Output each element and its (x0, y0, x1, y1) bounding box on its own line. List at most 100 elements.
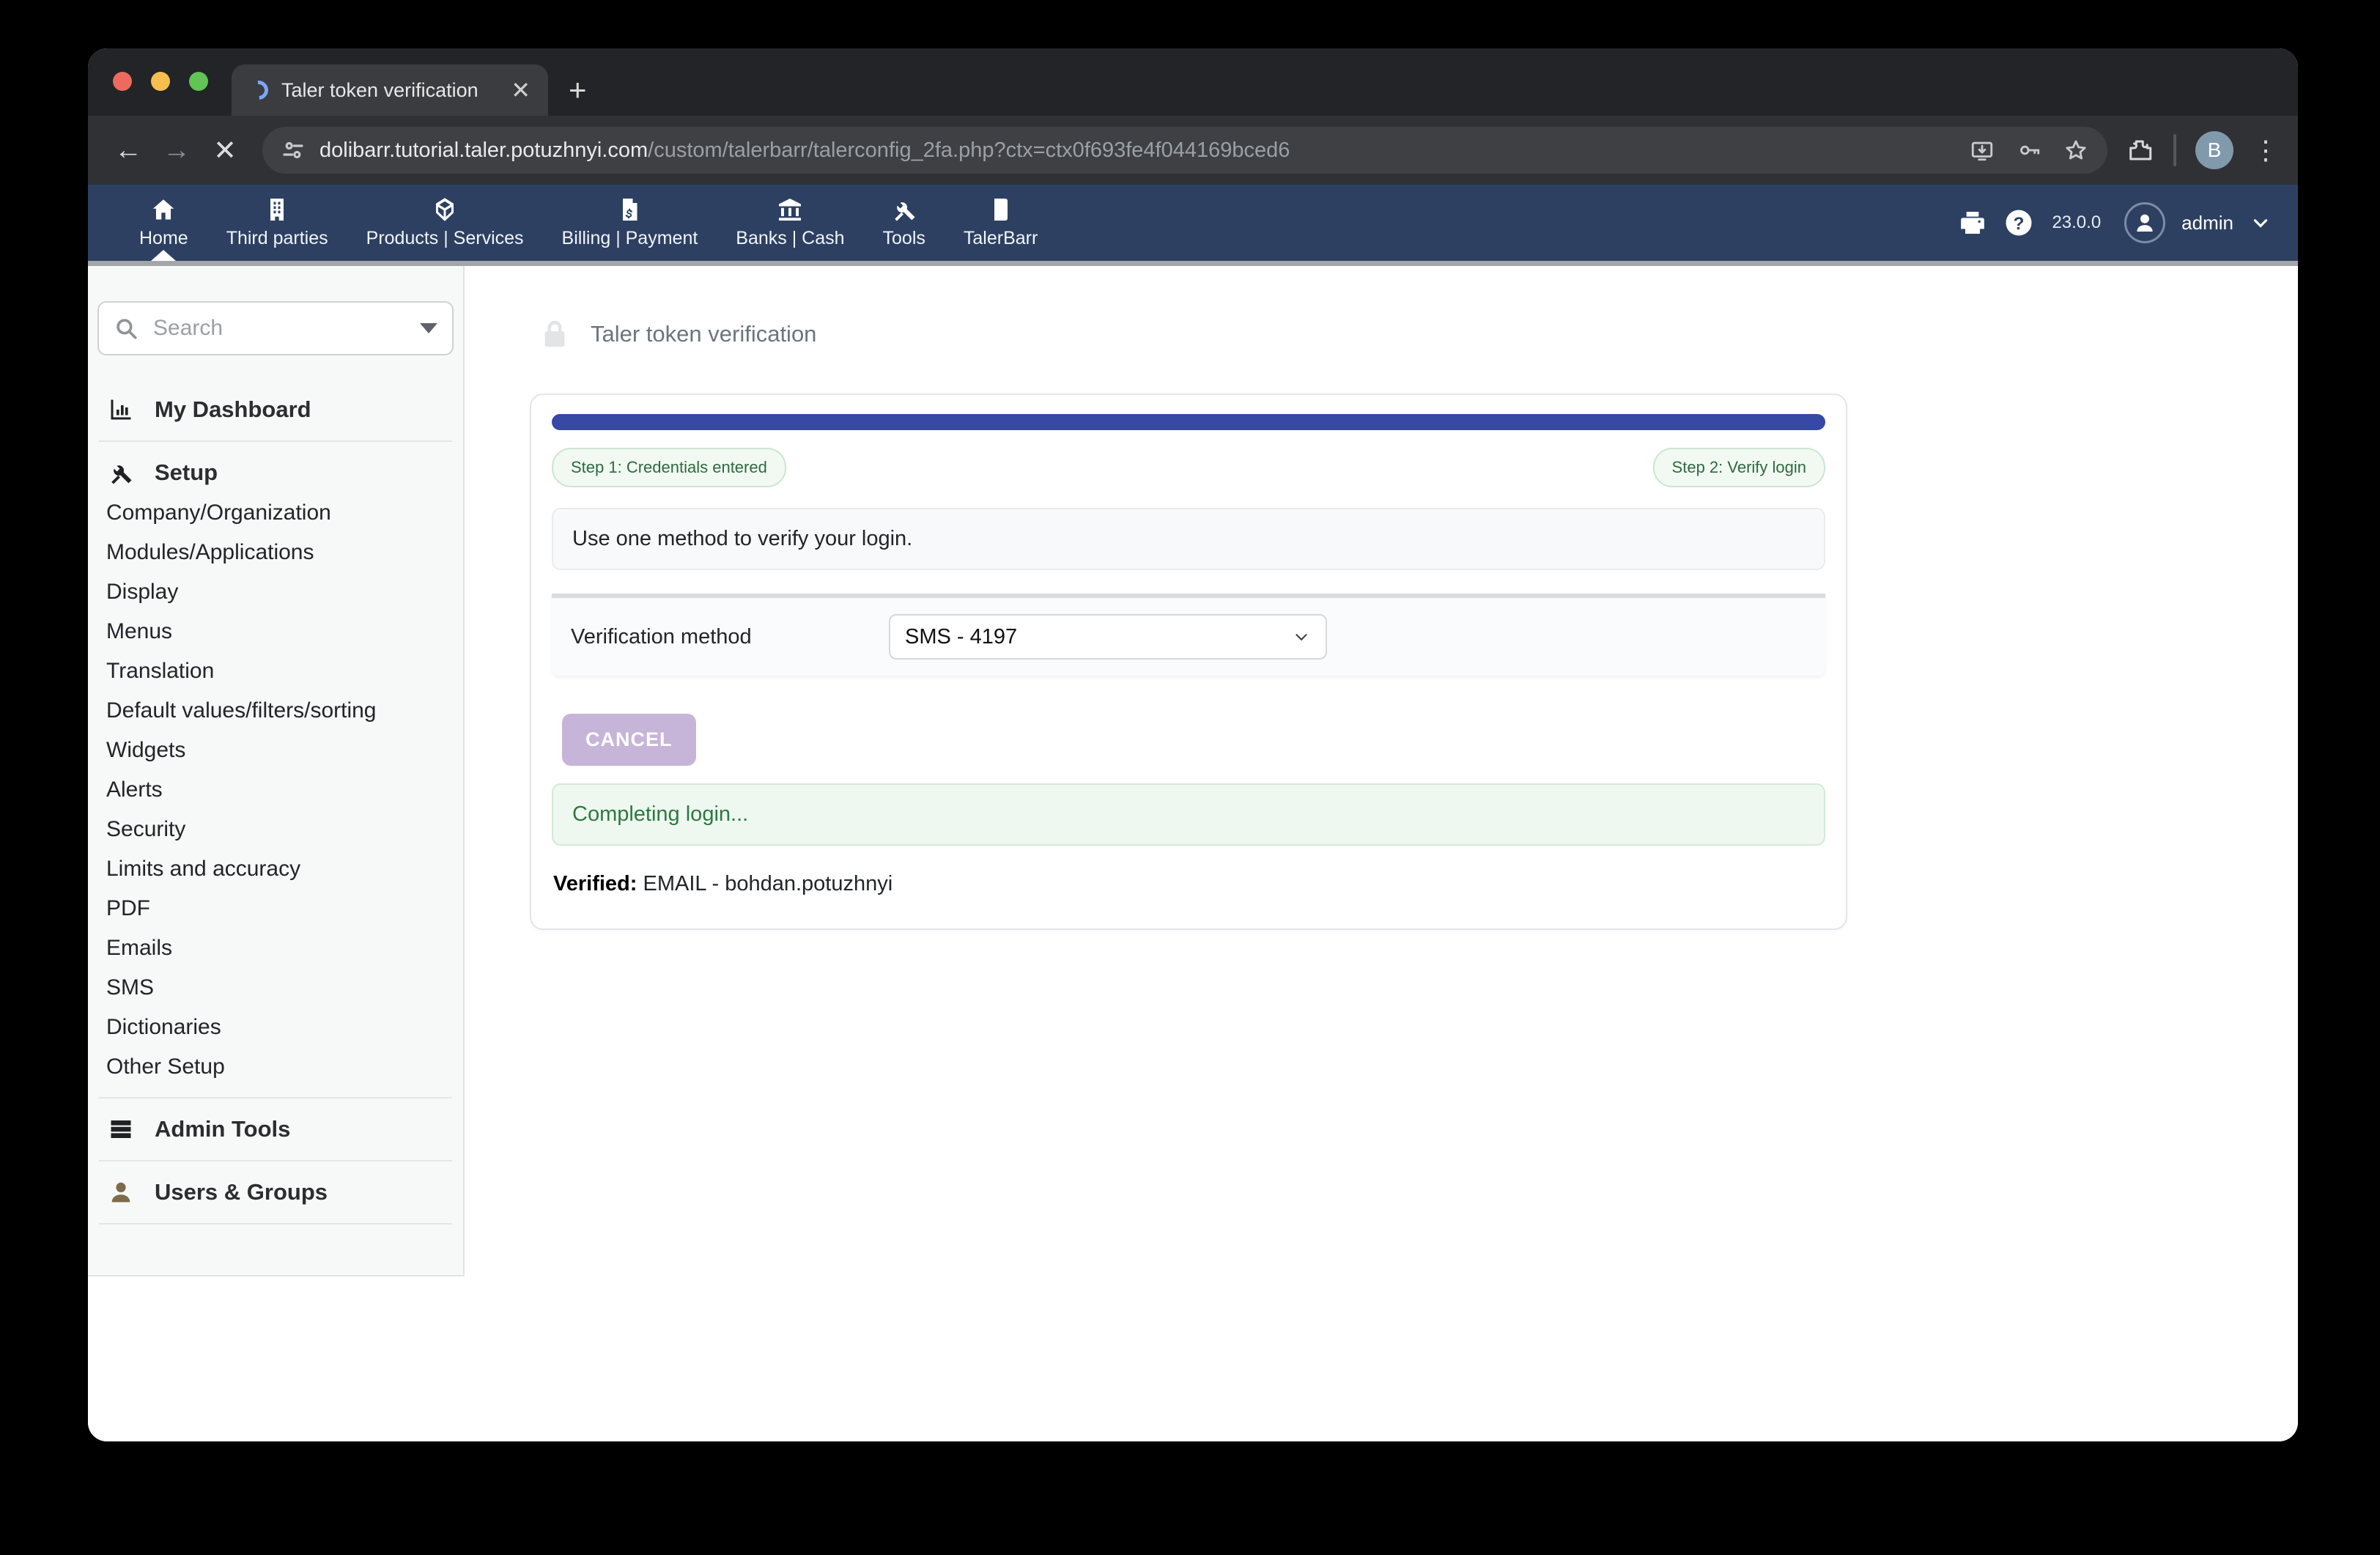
app-navbar: Home Third parties Products | Services B… (88, 185, 2298, 261)
sidebar-item-alerts[interactable]: Alerts (97, 770, 454, 810)
cancel-button[interactable]: CANCEL (562, 714, 696, 766)
tab-strip: Taler token verification ✕ + (88, 48, 2298, 116)
tab-loading-spinner-icon (245, 77, 273, 104)
logged-user-label[interactable]: admin (2181, 212, 2233, 234)
sidebar-section-label: Users & Groups (155, 1179, 328, 1205)
forward-button[interactable]: → (155, 129, 198, 171)
printer-icon[interactable] (1958, 208, 1987, 237)
toolbar-separator (2173, 134, 2176, 166)
sidebar-item-security[interactable]: Security (97, 810, 454, 849)
user-avatar-icon[interactable] (2124, 202, 2165, 243)
verified-row: Verified: EMAIL - bohdan.potuzhnyi (552, 872, 1825, 896)
sidebar-item-menus[interactable]: Menus (97, 612, 454, 651)
sidebar-search[interactable] (97, 301, 454, 355)
url-text: dolibarr.tutorial.taler.potuzhnyi.com/cu… (319, 138, 1955, 163)
window-close-button[interactable] (113, 72, 132, 91)
search-icon (114, 316, 138, 341)
verification-method-select[interactable]: SMS - 4197 (889, 614, 1327, 660)
bank-icon (777, 196, 803, 223)
version-label: 23.0.0 (2052, 213, 2101, 233)
nav-item-home[interactable]: Home (120, 185, 207, 261)
window-zoom-button[interactable] (189, 72, 208, 91)
sidebar-item-default-values[interactable]: Default values/filters/sorting (97, 691, 454, 731)
bookmark-star-icon[interactable] (2063, 138, 2088, 163)
sidebar-item-widgets[interactable]: Widgets (97, 731, 454, 770)
package-icon (432, 196, 458, 223)
nav-item-products-services[interactable]: Products | Services (347, 185, 543, 261)
instruction-box: Use one method to verify your login. (552, 508, 1825, 570)
sidebar-section-label: Admin Tools (155, 1116, 290, 1142)
dashboard-chart-icon (106, 396, 136, 423)
url-path: /custom/talerbarr/talerconfig_2fa.php?ct… (648, 138, 1290, 162)
main-panel: Taler token verification Step 1: Credent… (465, 266, 2298, 1441)
sidebar-item-label: My Dashboard (155, 396, 311, 423)
install-app-icon[interactable] (1970, 138, 1995, 163)
sidebar-section-admin-tools[interactable]: Admin Tools (97, 1109, 454, 1150)
nav-item-label: Banks | Cash (736, 228, 844, 249)
sidebar-item-pdf[interactable]: PDF (97, 889, 454, 928)
sidebar-divider (99, 1097, 452, 1098)
content-area: My Dashboard Setup Company/Organization … (88, 266, 2298, 1441)
new-tab-button[interactable]: + (569, 75, 587, 106)
sidebar-section-label: Setup (155, 459, 218, 486)
stop-button[interactable]: ✕ (204, 129, 246, 171)
users-icon (106, 1179, 136, 1205)
sidebar-item-display[interactable]: Display (97, 572, 454, 612)
progress-bar (552, 414, 1825, 430)
back-button[interactable]: ← (107, 129, 149, 171)
sidebar-item-company-organization[interactable]: Company/Organization (97, 493, 454, 533)
navbar-right: ? 23.0.0 admin (1958, 202, 2272, 243)
setup-tools-icon (106, 459, 136, 486)
nav-item-talerbarr[interactable]: TalerBarr (945, 185, 1057, 261)
nav-item-billing-payment[interactable]: Billing | Payment (543, 185, 717, 261)
selected-method-value: SMS - 4197 (905, 625, 1017, 649)
window-minimize-button[interactable] (151, 72, 170, 91)
sidebar-divider (99, 1223, 452, 1225)
browser-window: Taler token verification ✕ + ← → ✕ dolib… (88, 48, 2298, 1441)
page-title-row: Taler token verification (538, 317, 2298, 351)
sidebar-item-emails[interactable]: Emails (97, 928, 454, 968)
dropdown-caret-icon[interactable] (420, 323, 437, 333)
sidebar-item-limits-accuracy[interactable]: Limits and accuracy (97, 849, 454, 889)
talerbarr-icon (988, 196, 1014, 223)
server-icon (106, 1116, 136, 1142)
password-key-icon[interactable] (2017, 138, 2041, 163)
sidebar-item-sms[interactable]: SMS (97, 968, 454, 1008)
sidebar: My Dashboard Setup Company/Organization … (88, 266, 465, 1277)
invoice-icon (616, 196, 643, 223)
browser-tab[interactable]: Taler token verification ✕ (232, 64, 548, 116)
sidebar-item-dictionaries[interactable]: Dictionaries (97, 1008, 454, 1047)
nav-item-label: Billing | Payment (562, 228, 698, 249)
status-message-box: Completing login... (552, 783, 1825, 846)
help-icon[interactable]: ? (2003, 207, 2034, 238)
nav-item-label: Products | Services (366, 228, 524, 249)
sidebar-section-users-groups[interactable]: Users & Groups (97, 1172, 454, 1213)
sidebar-item-other-setup[interactable]: Other Setup (97, 1047, 454, 1087)
verification-card: Step 1: Credentials entered Step 2: Veri… (530, 394, 1847, 930)
browser-profile-avatar[interactable]: B (2195, 131, 2233, 169)
nav-item-banks-cash[interactable]: Banks | Cash (717, 185, 863, 261)
address-bar[interactable]: dolibarr.tutorial.taler.potuzhnyi.com/cu… (262, 127, 2107, 174)
lock-icon (538, 317, 572, 351)
sidebar-item-modules-applications[interactable]: Modules/Applications (97, 533, 454, 572)
sidebar-section-setup[interactable]: Setup (97, 452, 454, 493)
nav-item-label: Third parties (226, 228, 328, 249)
nav-item-label: Home (139, 228, 188, 249)
menu-kebab-icon[interactable]: ⋮ (2252, 135, 2279, 166)
step1-badge: Step 1: Credentials entered (552, 448, 786, 487)
search-input[interactable] (152, 315, 407, 341)
navbar-bottom-band (88, 261, 2298, 266)
sidebar-item-translation[interactable]: Translation (97, 651, 454, 691)
steps-row: Step 1: Credentials entered Step 2: Veri… (552, 448, 1825, 487)
nav-item-label: Tools (883, 228, 925, 249)
tab-close-icon[interactable]: ✕ (511, 78, 531, 102)
page-title: Taler token verification (591, 321, 816, 347)
nav-item-tools[interactable]: Tools (864, 185, 945, 261)
extensions-icon[interactable] (2128, 137, 2154, 163)
select-chevron-icon (1292, 627, 1311, 646)
site-info-icon[interactable] (281, 138, 305, 162)
nav-item-third-parties[interactable]: Third parties (207, 185, 347, 261)
verified-label: Verified: (553, 872, 637, 895)
chevron-down-icon[interactable] (2250, 212, 2272, 234)
sidebar-item-my-dashboard[interactable]: My Dashboard (97, 389, 454, 430)
